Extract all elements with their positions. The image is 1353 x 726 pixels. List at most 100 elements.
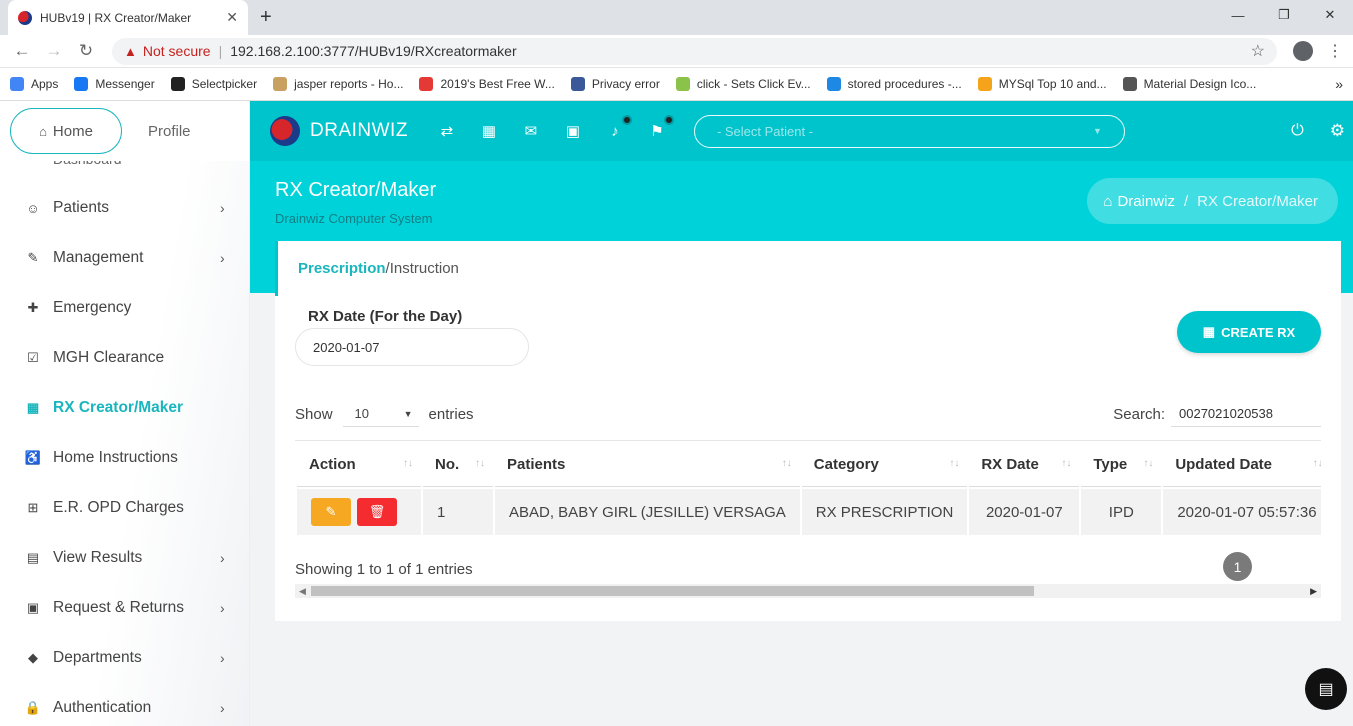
horizontal-scrollbar[interactable]: ◀ ▶ bbox=[295, 584, 1321, 598]
bookmark-item[interactable]: Messenger bbox=[74, 77, 155, 91]
bookmark-item[interactable]: 2019's Best Free W... bbox=[419, 77, 555, 91]
chevron-right-icon: › bbox=[220, 250, 225, 266]
contact-card-icon[interactable]: ▣ bbox=[562, 120, 584, 142]
reload-icon[interactable]: ↻ bbox=[74, 41, 98, 61]
column-header[interactable]: Category ↑↓ bbox=[801, 443, 968, 487]
column-header[interactable]: Action ↑↓ bbox=[297, 443, 421, 487]
delete-button[interactable]: 🗑 bbox=[357, 498, 397, 526]
browser-tab[interactable]: HUBv19 | RX Creator/Maker ✕ bbox=[8, 0, 248, 35]
patient-select-placeholder: - Select Patient - bbox=[716, 123, 814, 139]
sidebar-item-label: Home Instructions bbox=[53, 449, 178, 466]
calendar-icon[interactable]: ▦ bbox=[478, 120, 500, 142]
back-icon[interactable]: ← bbox=[10, 41, 34, 61]
sort-icon[interactable]: ↑↓ bbox=[949, 458, 959, 469]
power-icon[interactable]: ⏻ bbox=[1291, 122, 1304, 140]
sort-icon[interactable]: ↑↓ bbox=[403, 458, 413, 469]
swap-icon[interactable]: ⇄ bbox=[436, 120, 458, 142]
forward-icon[interactable]: → bbox=[42, 41, 66, 61]
sort-icon[interactable]: ↑↓ bbox=[782, 458, 792, 469]
bookmark-icon bbox=[826, 77, 841, 91]
edit-button[interactable]: ✎ bbox=[311, 498, 351, 526]
bookmark-icon bbox=[273, 77, 288, 91]
sidebar-item-mgh-clearance[interactable]: ☑ MGH Clearance bbox=[0, 333, 249, 383]
bookmark-item[interactable]: Privacy error bbox=[570, 77, 660, 91]
bookmark-item[interactable]: jasper reports - Ho... bbox=[273, 77, 403, 91]
sidebar-item-authentication[interactable]: 🔒 Authentication › bbox=[0, 683, 249, 726]
column-header[interactable]: Updated Date ↑↓ bbox=[1163, 443, 1321, 487]
flag-icon[interactable]: ⚑ bbox=[646, 115, 674, 142]
sort-icon[interactable]: ↑↓ bbox=[1143, 458, 1153, 469]
sidebar: ⌂ Home Profile ☺ Patients › ✎ Management › ✚ Em… bbox=[0, 101, 250, 726]
bookmark-item[interactable]: Selectpicker bbox=[170, 77, 257, 91]
gear-icon[interactable]: ⚙ bbox=[1330, 121, 1345, 141]
sidebar-item-e-r-opd-charges[interactable]: ⊞ E.R. OPD Charges bbox=[0, 483, 249, 533]
scrollbar-thumb[interactable] bbox=[311, 586, 1034, 596]
chevron-right-icon: › bbox=[220, 600, 225, 616]
bookmark-item[interactable]: Material Design Ico... bbox=[1122, 77, 1256, 91]
sort-icon[interactable]: ↑↓ bbox=[1313, 458, 1321, 469]
scroll-left-icon[interactable]: ◀ bbox=[299, 584, 306, 598]
tab-home[interactable]: ⌂ Home bbox=[10, 108, 122, 154]
column-header[interactable]: No. ↑↓ bbox=[423, 443, 493, 487]
rx-table-container: Action ↑↓ No. ↑↓ Patients ↑↓ Category ↑↓ RX Date… bbox=[295, 440, 1321, 544]
column-header[interactable]: Patients ↑↓ bbox=[495, 443, 800, 487]
new-tab-button[interactable]: + bbox=[260, 6, 272, 29]
sidebar-item-emergency[interactable]: ✚ Emergency bbox=[0, 283, 249, 333]
bookmark-item[interactable]: Apps bbox=[10, 77, 58, 91]
sidebar-item-management[interactable]: ✎ Management › bbox=[0, 233, 249, 283]
entries-select[interactable]: 10 ▼ bbox=[342, 401, 419, 427]
bookmark-star-icon[interactable]: ☆ bbox=[1251, 41, 1265, 61]
sidebar-item-rx-creator-maker[interactable]: ▦ RX Creator/Maker bbox=[0, 383, 249, 433]
sidebar-item-label: Patients bbox=[53, 199, 110, 216]
bookmark-label: Messenger bbox=[95, 77, 155, 91]
pagination-page-button[interactable]: 1 bbox=[1223, 552, 1252, 581]
sort-icon[interactable]: ↑↓ bbox=[475, 458, 485, 469]
checkbox-icon: ☑ bbox=[27, 350, 39, 365]
column-header[interactable]: Type ↑↓ bbox=[1081, 443, 1162, 487]
chevron-down-icon: ▼ bbox=[1093, 126, 1102, 136]
bookmark-item[interactable]: MYSql Top 10 and... bbox=[977, 77, 1107, 91]
tab-profile[interactable]: Profile bbox=[148, 123, 191, 140]
column-header-label: Updated Date bbox=[1175, 456, 1272, 473]
table-search: Search: bbox=[1113, 401, 1321, 427]
patient-select[interactable]: - Select Patient - ▼ bbox=[693, 114, 1125, 148]
chevron-right-icon: › bbox=[220, 550, 225, 566]
browser-tabbar: HUBv19 | RX Creator/Maker ✕ + — ❐ ✕ bbox=[0, 0, 1353, 35]
scroll-right-icon[interactable]: ▶ bbox=[1310, 584, 1317, 598]
search-input[interactable] bbox=[1171, 401, 1321, 427]
sidebar-item-view-results[interactable]: ▤ View Results › bbox=[0, 533, 249, 583]
breadcrumb-home-link[interactable]: Drainwiz bbox=[1117, 193, 1175, 210]
label-icon: ◆ bbox=[28, 650, 38, 665]
tab-close-icon[interactable]: ✕ bbox=[226, 9, 238, 26]
brand-name[interactable]: DRAINWIZ bbox=[310, 120, 408, 142]
rx-date-field[interactable] bbox=[295, 328, 529, 366]
account-icon[interactable] bbox=[1293, 41, 1313, 61]
mail-icon[interactable]: ✉ bbox=[520, 120, 542, 142]
sort-icon[interactable]: ↑↓ bbox=[1061, 458, 1071, 469]
plus-box-icon: ✚ bbox=[27, 300, 39, 315]
window-controls: — ❐ ✕ bbox=[1215, 0, 1353, 30]
column-header[interactable]: RX Date ↑↓ bbox=[969, 443, 1080, 487]
security-label[interactable]: Not secure bbox=[143, 43, 211, 59]
restore-icon[interactable]: ❐ bbox=[1261, 0, 1307, 30]
notification-dot bbox=[621, 115, 632, 125]
bookmarks-more-icon[interactable]: » bbox=[1335, 76, 1343, 92]
bookmark-item[interactable]: click - Sets Click Ev... bbox=[675, 77, 811, 91]
chat-icon[interactable]: ▤ bbox=[1305, 668, 1347, 710]
page-subtitle: Drainwiz Computer System bbox=[275, 211, 433, 226]
notification-bell-icon[interactable]: ♪ bbox=[604, 115, 632, 142]
sidebar-item-patients[interactable]: ☺ Patients › bbox=[0, 183, 249, 233]
browser-menu-icon[interactable]: ⋮ bbox=[1327, 41, 1343, 61]
close-window-icon[interactable]: ✕ bbox=[1307, 0, 1353, 30]
bookmark-label: Apps bbox=[31, 77, 59, 91]
sidebar-item-departments[interactable]: ◆ Departments › bbox=[0, 633, 249, 683]
rx-table: Action ↑↓ No. ↑↓ Patients ↑↓ Category ↑↓ RX Date… bbox=[295, 441, 1321, 537]
create-rx-button[interactable]: ▦ CREATE RX bbox=[1177, 311, 1321, 353]
sidebar-item-home-instructions[interactable]: ♿ Home Instructions bbox=[0, 433, 249, 483]
sidebar-item-request-returns[interactable]: ▣ Request & Returns › bbox=[0, 583, 249, 633]
bookmark-item[interactable]: stored procedures -... bbox=[826, 77, 962, 91]
url-text: 192.168.2.100:3777/HUBv19/RXcreatormaker bbox=[230, 43, 517, 59]
url-input[interactable]: ▲ Not secure | 192.168.2.100:3777/HUBv19… bbox=[112, 37, 1277, 65]
minimize-icon[interactable]: — bbox=[1215, 0, 1261, 30]
search-label: Search: bbox=[1113, 405, 1165, 423]
